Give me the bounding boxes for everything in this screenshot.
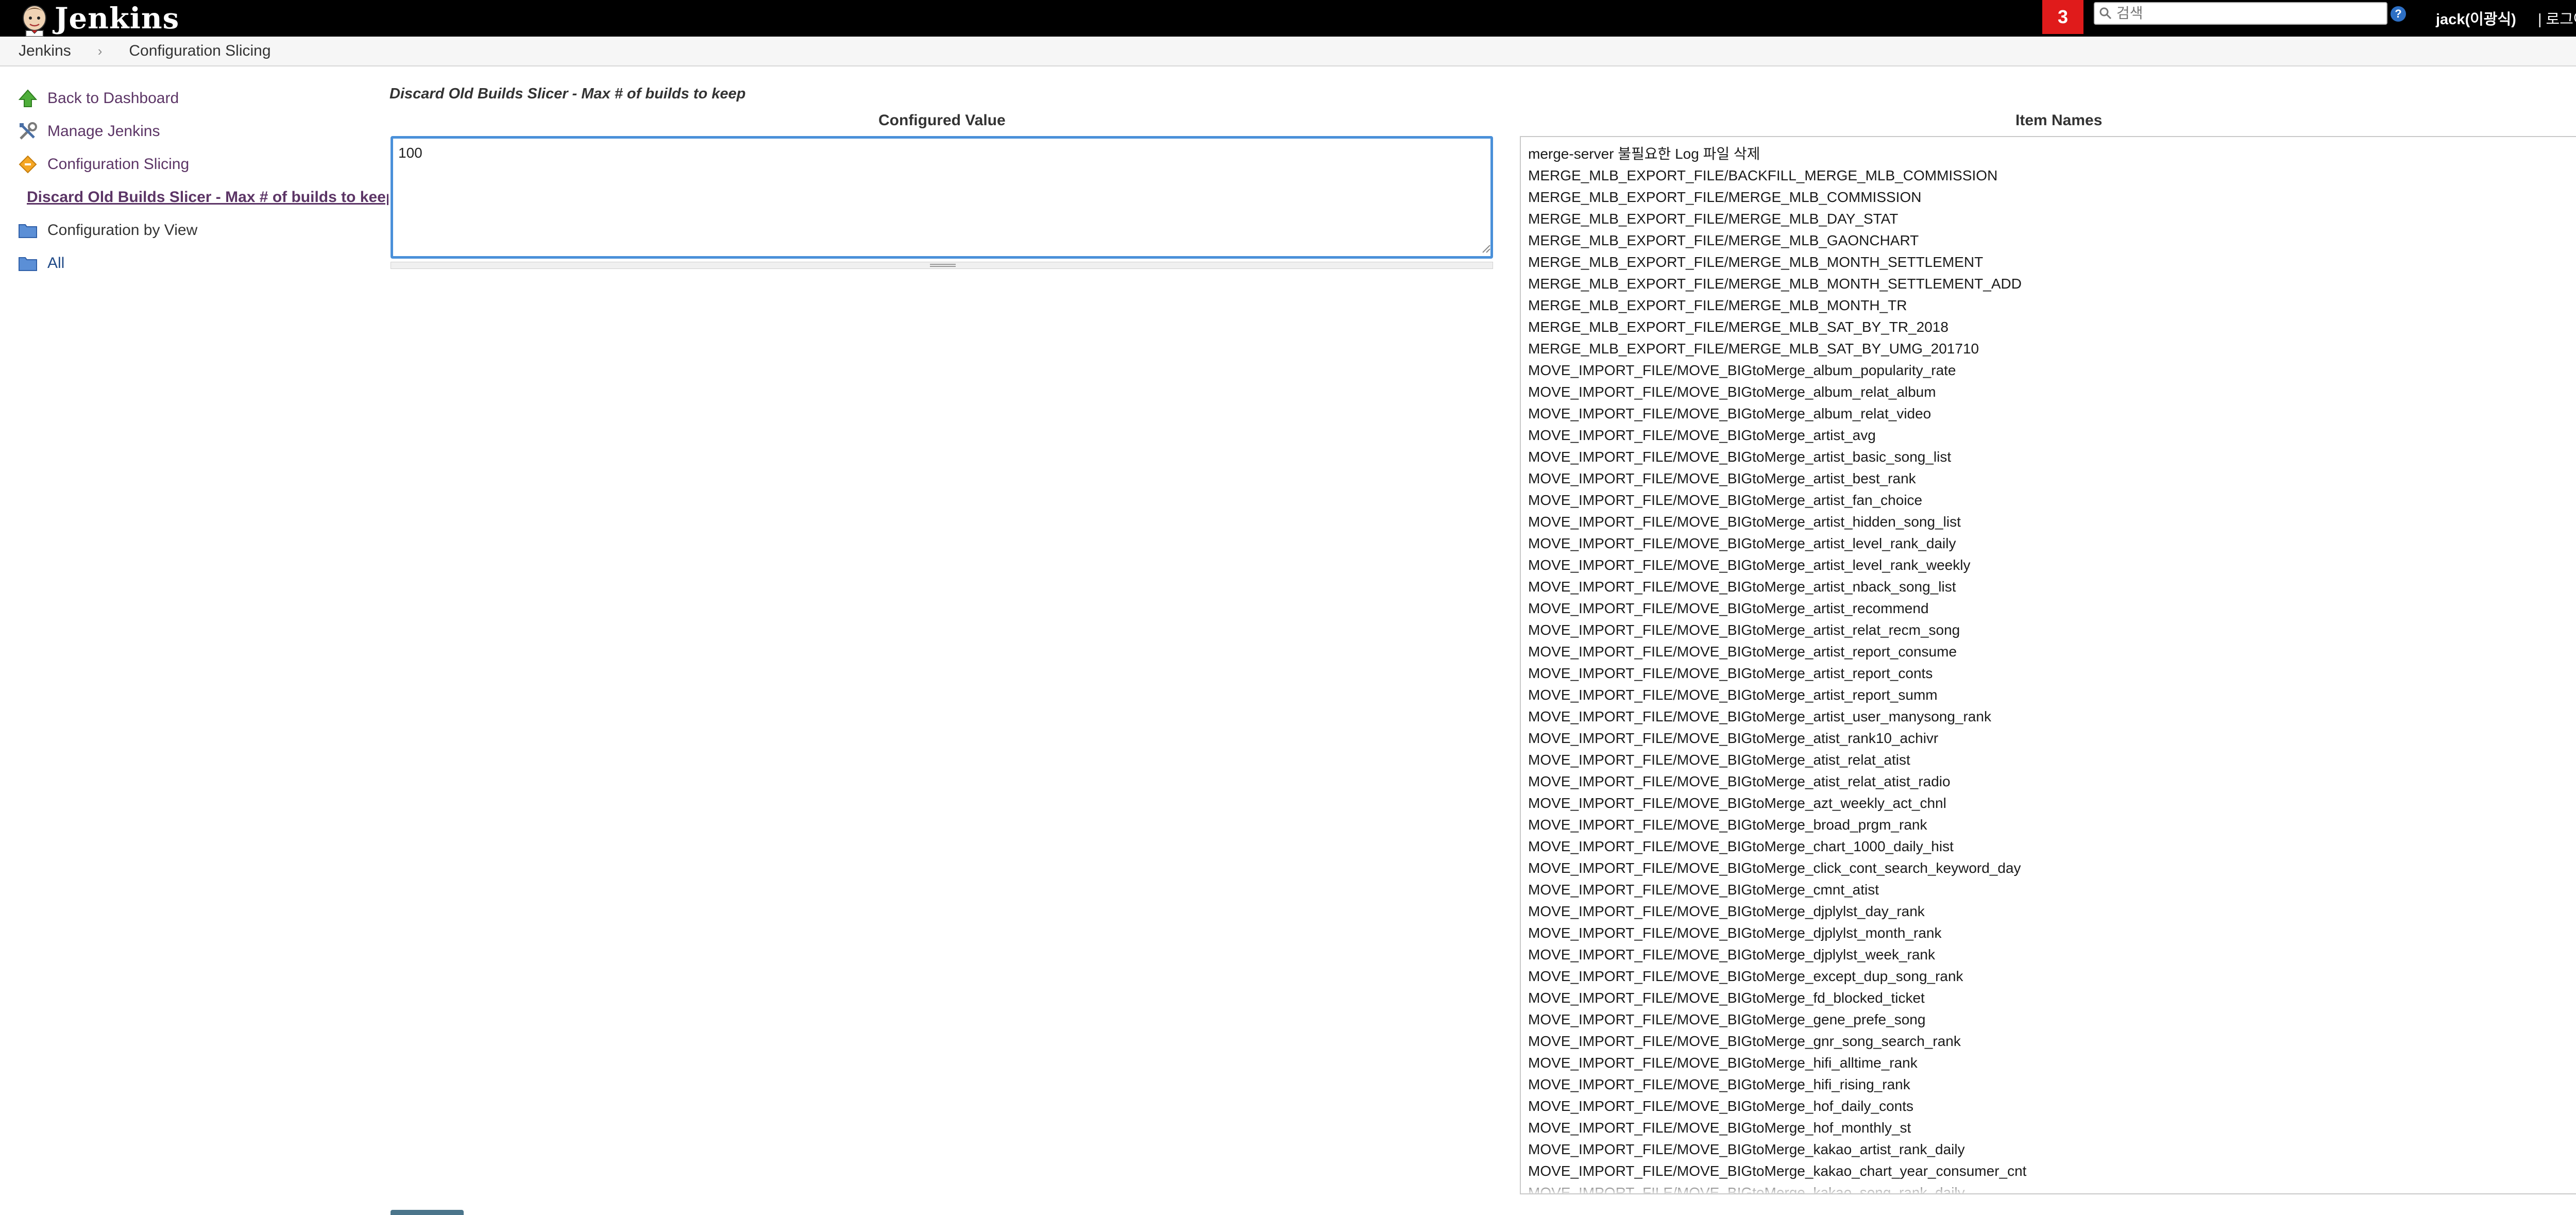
task-manage-jenkins[interactable]: Manage Jenkins — [18, 120, 160, 143]
item-name-row: MOVE_IMPORT_FILE/MOVE_BIGtoMerge_hof_dai… — [1528, 1098, 1914, 1114]
item-name-row: MOVE_IMPORT_FILE/MOVE_BIGtoMerge_fd_bloc… — [1528, 990, 1925, 1006]
task-configuration-by-view[interactable]: Configuration by View — [18, 218, 197, 242]
item-name-row: MOVE_IMPORT_FILE/MOVE_BIGtoMerge_artist_… — [1528, 708, 1991, 724]
item-name-row: MOVE_IMPORT_FILE/MOVE_BIGtoMerge_artist_… — [1528, 492, 1923, 508]
logout-separator: | — [2538, 11, 2542, 28]
item-name-row: MOVE_IMPORT_FILE/MOVE_BIGtoMerge_cmnt_at… — [1528, 882, 1879, 898]
item-names-list-box[interactable]: merge-server 불필요한 Log 파일 삭제 MERGE_MLB_EXP… — [1520, 136, 2576, 1194]
up-arrow-icon — [18, 89, 38, 107]
item-name-row: MERGE_MLB_EXPORT_FILE/MERGE_MLB_SAT_BY_T… — [1528, 319, 1948, 335]
item-name-row: MERGE_MLB_EXPORT_FILE/MERGE_MLB_MONTH_SE… — [1528, 254, 1984, 270]
item-name-row: merge-server 불필요한 Log 파일 삭제 — [1528, 146, 1760, 162]
item-name-row: MERGE_MLB_EXPORT_FILE/MERGE_MLB_MONTH_TR — [1528, 297, 1907, 313]
item-name-row: MOVE_IMPORT_FILE/MOVE_BIGtoMerge_artist_… — [1528, 427, 1876, 443]
item-name-row: MOVE_IMPORT_FILE/MOVE_BIGtoMerge_album_r… — [1528, 384, 1936, 400]
logo-text: Jenkins — [55, 1, 180, 36]
item-name-row: MOVE_IMPORT_FILE/MOVE_BIGtoMerge_artist_… — [1528, 665, 1933, 681]
task-configuration-slicing[interactable]: Configuration Slicing — [18, 153, 189, 176]
item-name-row: MOVE_IMPORT_FILE/MOVE_BIGtoMerge_hifi_al… — [1528, 1055, 1918, 1071]
task-back-to-dashboard[interactable]: Back to Dashboard — [18, 87, 179, 110]
resize-handle-icon[interactable] — [930, 264, 956, 267]
search-icon — [2099, 7, 2112, 20]
item-name-row: MERGE_MLB_EXPORT_FILE/MERGE_MLB_MONTH_SE… — [1528, 276, 2022, 292]
item-name-row: MOVE_IMPORT_FILE/MOVE_BIGtoMerge_djplyls… — [1528, 925, 1942, 941]
item-name-row: MOVE_IMPORT_FILE/MOVE_BIGtoMerge_atist_r… — [1528, 752, 1910, 768]
item-name-row: MOVE_IMPORT_FILE/MOVE_BIGtoMerge_except_… — [1528, 968, 1963, 984]
search-input[interactable] — [2115, 5, 2375, 22]
item-name-row: MOVE_IMPORT_FILE/MOVE_BIGtoMerge_artist_… — [1528, 622, 1960, 638]
item-name-row: MOVE_IMPORT_FILE/MOVE_BIGtoMerge_broad_p… — [1528, 817, 1927, 833]
task-label[interactable]: Manage Jenkins — [47, 123, 160, 140]
item-name-row: MOVE_IMPORT_FILE/MOVE_BIGtoMerge_azt_wee… — [1528, 795, 1946, 811]
task-label[interactable]: Discard Old Builds Slicer - Max # of bui… — [27, 189, 388, 206]
folder-icon — [19, 224, 37, 238]
folder-icon — [19, 257, 37, 271]
item-name-row: MOVE_IMPORT_FILE/MOVE_BIGtoMerge_kakao_a… — [1528, 1141, 1965, 1157]
item-names-list: merge-server 불필요한 Log 파일 삭제 MERGE_MLB_EXP… — [1528, 143, 2576, 1193]
user-link[interactable]: jack(이광식) — [2436, 7, 2516, 29]
item-name-row: MOVE_IMPORT_FILE/MOVE_BIGtoMerge_artist_… — [1528, 579, 1956, 595]
item-name-row: MOVE_IMPORT_FILE/MOVE_BIGtoMerge_atist_r… — [1528, 773, 1951, 789]
tools-icon — [20, 122, 37, 140]
task-discard-old-builds-slicer[interactable]: Discard Old Builds Slicer - Max # of bui… — [18, 185, 388, 209]
jenkins-logo[interactable]: Jenkins — [19, 0, 179, 37]
item-name-row: MOVE_IMPORT_FILE/MOVE_BIGtoMerge_artist_… — [1528, 470, 1916, 486]
logout-link[interactable]: 로그아웃 — [2546, 11, 2576, 28]
item-name-row: MERGE_MLB_EXPORT_FILE/MERGE_MLB_DAY_STAT — [1528, 211, 1899, 227]
resize-grip-icon[interactable] — [1480, 242, 1491, 254]
help-icon[interactable]: ? — [2391, 6, 2406, 22]
textarea-resize-bar[interactable] — [391, 262, 1493, 269]
task-label[interactable]: Configuration Slicing — [47, 156, 189, 173]
configured-value-textarea[interactable]: 100 — [391, 136, 1493, 259]
page-heading: Discard Old Builds Slicer - Max # of bui… — [389, 86, 746, 102]
item-name-row: MOVE_IMPORT_FILE/MOVE_BIGtoMerge_atist_r… — [1528, 730, 1939, 746]
item-name-row: MOVE_IMPORT_FILE/MOVE_BIGtoMerge_djplyls… — [1528, 947, 1936, 963]
logout-area: |로그아웃 — [2538, 7, 2576, 29]
search-box[interactable] — [2094, 2, 2387, 25]
item-name-row: MOVE_IMPORT_FILE/MOVE_BIGtoMerge_artist_… — [1528, 449, 1952, 465]
slicing-icon — [19, 155, 37, 174]
item-name-row: MERGE_MLB_EXPORT_FILE/BACKFILL_MERGE_MLB… — [1528, 167, 1998, 183]
item-name-row: MERGE_MLB_EXPORT_FILE/MERGE_MLB_COMMISSI… — [1528, 189, 1922, 205]
jenkins-butler-icon — [23, 5, 46, 37]
item-names-header: Item Names — [2015, 112, 2103, 129]
item-name-row: MOVE_IMPORT_FILE/MOVE_BIGtoMerge_album_p… — [1528, 362, 1956, 378]
item-name-row: MOVE_IMPORT_FILE/MOVE_BIGtoMerge_artist_… — [1528, 600, 1929, 616]
item-name-row: MOVE_IMPORT_FILE/MOVE_BIGtoMerge_artist_… — [1528, 557, 1971, 573]
item-name-row: MOVE_IMPORT_FILE/MOVE_BIGtoMerge_artist_… — [1528, 644, 1957, 660]
list-fade — [1521, 1178, 2576, 1193]
task-label[interactable]: All — [47, 255, 64, 272]
notification-badge[interactable]: 3 — [2042, 0, 2083, 34]
item-name-row: MERGE_MLB_EXPORT_FILE/MERGE_MLB_GAONCHAR… — [1528, 232, 1919, 248]
breadcrumb-separator: › — [97, 43, 103, 59]
task-all[interactable]: All — [18, 251, 64, 275]
save-button[interactable] — [391, 1210, 464, 1215]
item-name-row: MOVE_IMPORT_FILE/MOVE_BIGtoMerge_gene_pr… — [1528, 1011, 1926, 1027]
configured-value-header: Configured Value — [878, 112, 1006, 129]
breadcrumb: Jenkins › Configuration Slicing — [0, 37, 2576, 66]
task-label[interactable]: Back to Dashboard — [47, 90, 179, 107]
item-name-row: MOVE_IMPORT_FILE/MOVE_BIGtoMerge_gnr_son… — [1528, 1033, 1961, 1049]
item-name-row: MOVE_IMPORT_FILE/MOVE_BIGtoMerge_artist_… — [1528, 535, 1956, 551]
item-name-row: MOVE_IMPORT_FILE/MOVE_BIGtoMerge_hifi_ri… — [1528, 1076, 1910, 1092]
item-name-row: MOVE_IMPORT_FILE/MOVE_BIGtoMerge_hof_mon… — [1528, 1120, 1911, 1136]
item-name-row: MERGE_MLB_EXPORT_FILE/MERGE_MLB_SAT_BY_U… — [1528, 341, 1979, 357]
item-name-row: MOVE_IMPORT_FILE/MOVE_BIGtoMerge_click_c… — [1528, 860, 2021, 876]
item-name-row: MOVE_IMPORT_FILE/MOVE_BIGtoMerge_djplyls… — [1528, 903, 1925, 919]
breadcrumb-configuration-slicing[interactable]: Configuration Slicing — [129, 42, 270, 60]
item-name-row: MOVE_IMPORT_FILE/MOVE_BIGtoMerge_artist_… — [1528, 687, 1938, 703]
breadcrumb-jenkins[interactable]: Jenkins — [19, 42, 71, 60]
item-name-row: MOVE_IMPORT_FILE/MOVE_BIGtoMerge_artist_… — [1528, 514, 1961, 530]
task-label[interactable]: Configuration by View — [47, 222, 197, 239]
item-name-row: MOVE_IMPORT_FILE/MOVE_BIGtoMerge_chart_1… — [1528, 838, 1954, 854]
item-name-row: MOVE_IMPORT_FILE/MOVE_BIGtoMerge_album_r… — [1528, 406, 1931, 421]
top-header: Jenkins 3 ? jack(이광식) |로그아웃 — [0, 0, 2576, 37]
